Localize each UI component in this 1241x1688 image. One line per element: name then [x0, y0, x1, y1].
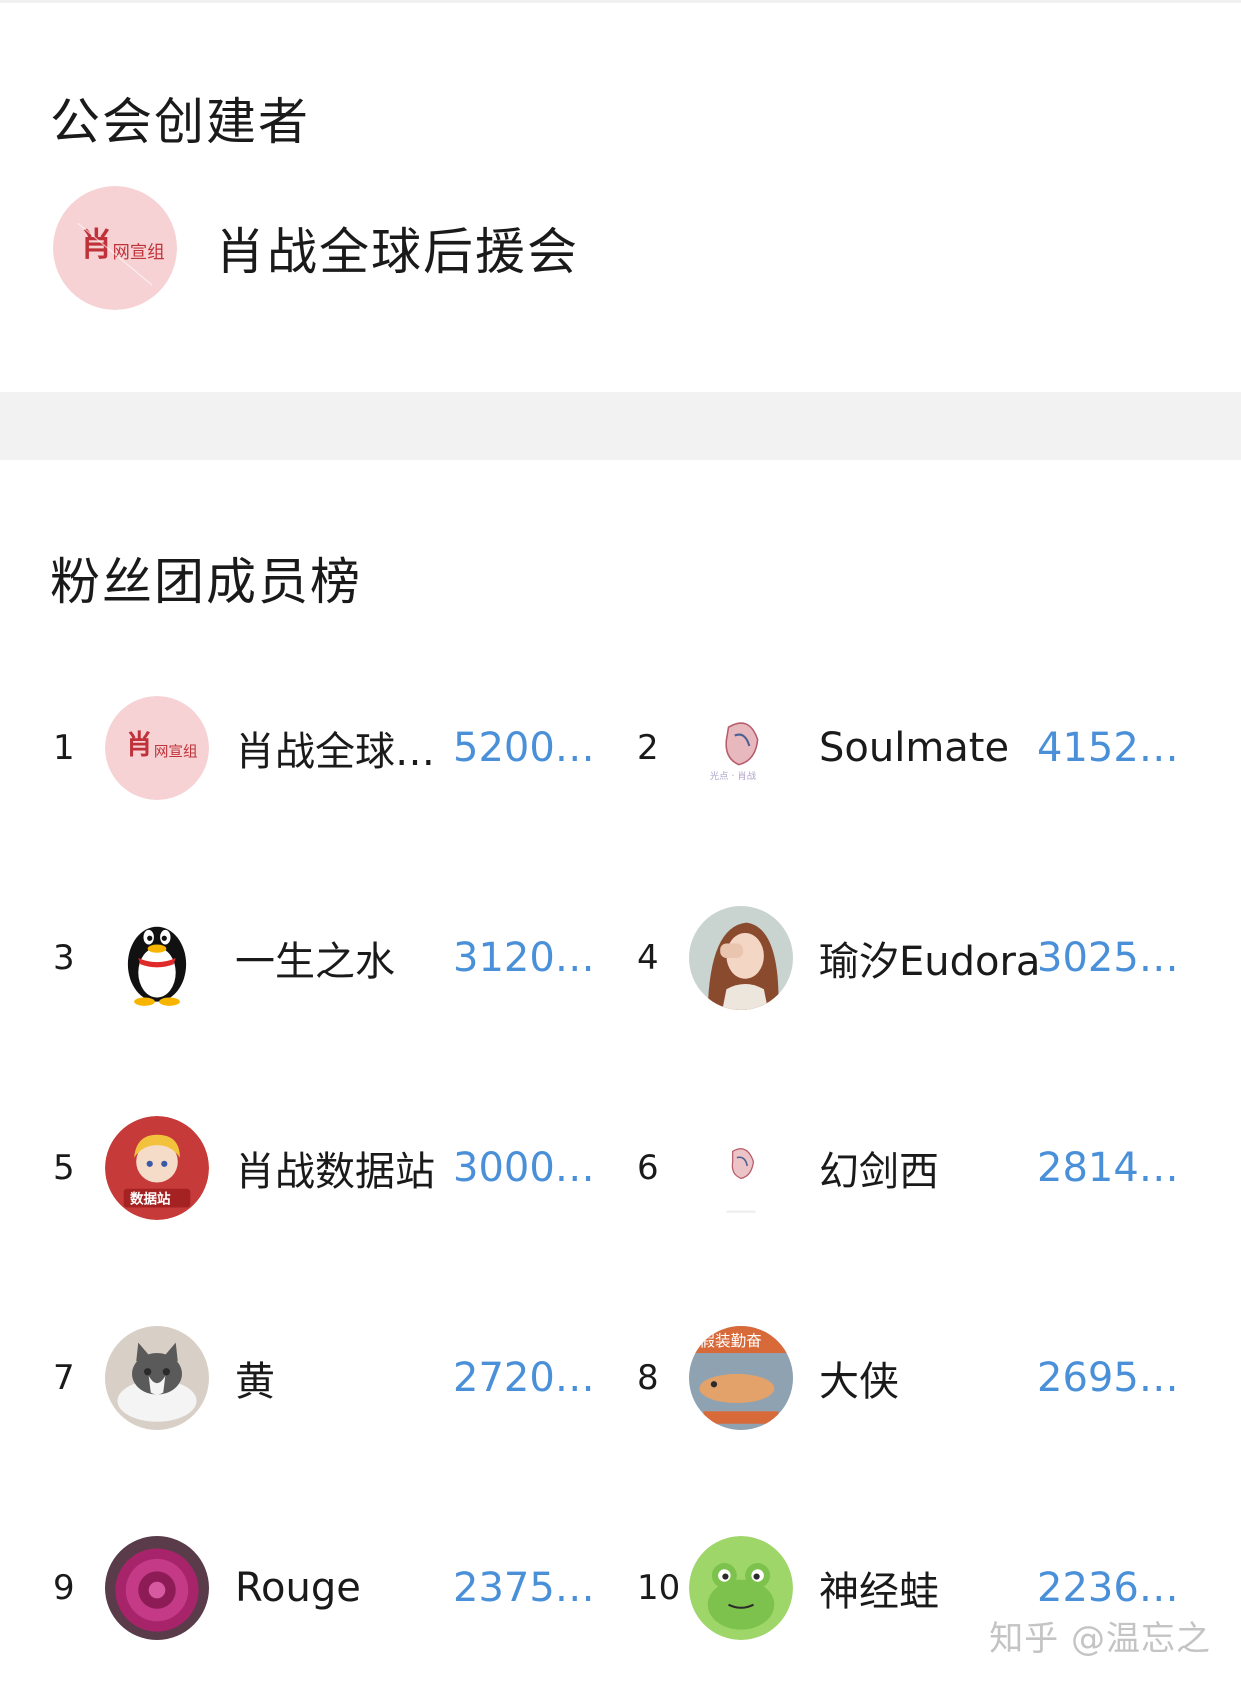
member-score: 2375…	[453, 1565, 593, 1611]
svg-text:肖: 肖	[126, 730, 153, 761]
member-score: 3000…	[453, 1145, 593, 1191]
member-rank: 10	[637, 1568, 681, 1608]
member-score: 2814…	[1037, 1145, 1177, 1191]
member-rank: 9	[53, 1568, 75, 1608]
member-row[interactable]: 8 假装勤奋 大侠 2695…	[637, 1323, 1177, 1433]
member-score: 2720…	[453, 1355, 593, 1401]
member-name: 黄	[235, 1359, 275, 1405]
anime-data-station-icon: 数据站	[105, 1116, 209, 1220]
member-row[interactable]: 1 肖 网宣组 肖战全球… 5200…	[53, 693, 593, 803]
founder-section-title: 公会创建者	[50, 93, 310, 151]
qq-penguin-icon	[105, 906, 209, 1010]
top-divider	[0, 0, 1241, 3]
member-score: 4152…	[1037, 725, 1177, 771]
member-name: 肖战数据站	[235, 1149, 435, 1195]
hamster-photo-icon: 假装勤奋	[689, 1326, 793, 1430]
member-name: 肖战全球…	[235, 729, 435, 775]
member-score: 3120…	[453, 935, 593, 981]
member-rank: 4	[637, 938, 659, 978]
member-name: 瑜汐Eudora	[819, 939, 1037, 985]
member-row[interactable]: 6 幻剑西 2814…	[637, 1113, 1177, 1223]
founder-name: 肖战全球后援会	[215, 222, 579, 281]
fan-club-logo-icon: 肖 网宣组	[53, 185, 177, 310]
svg-text:肖: 肖	[80, 225, 112, 263]
founder-row[interactable]: 肖 网宣组 肖战全球后援会	[53, 185, 579, 310]
member-rank: 2	[637, 728, 659, 768]
photo-portrait-icon	[689, 906, 793, 1010]
member-row[interactable]: 3 一生之水 3120…	[53, 903, 593, 1013]
member-row[interactable]: 9 Rouge 2375…	[53, 1533, 593, 1643]
member-rank: 3	[53, 938, 75, 978]
zhihu-watermark: 知乎 @温忘之	[989, 1619, 1211, 1659]
member-row[interactable]: 2 光点 · 肖战 Soulmate 4152…	[637, 693, 1177, 803]
member-name: 幻剑西	[819, 1149, 939, 1195]
member-name: 一生之水	[235, 939, 395, 985]
member-rank: 1	[53, 728, 75, 768]
svg-text:网宣组: 网宣组	[113, 242, 165, 262]
fan-club-logo-icon: 肖 网宣组	[105, 696, 209, 800]
svg-text:假装勤奋: 假装勤奋	[699, 1332, 762, 1350]
member-name: Rouge	[235, 1565, 361, 1611]
member-row[interactable]: 7 黄 2720…	[53, 1323, 593, 1433]
member-score: 2236…	[1037, 1565, 1177, 1611]
member-row[interactable]: 4 瑜汐Eudora 3025…	[637, 903, 1177, 1013]
member-score: 2695…	[1037, 1355, 1177, 1401]
section-divider	[0, 392, 1241, 460]
member-score: 3025…	[1037, 935, 1177, 981]
ranking-section-title: 粉丝团成员榜	[50, 553, 362, 611]
cat-photo-icon	[105, 1326, 209, 1430]
member-row[interactable]: 5 数据站 肖战数据站 3000…	[53, 1113, 593, 1223]
member-rank: 7	[53, 1358, 75, 1398]
sketch-portrait-icon	[689, 1116, 793, 1220]
member-name: Soulmate	[819, 725, 1010, 771]
member-rank: 6	[637, 1148, 659, 1188]
svg-text:光点 · 肖战: 光点 · 肖战	[710, 770, 757, 782]
member-score: 5200…	[453, 725, 593, 771]
member-rank: 8	[637, 1358, 659, 1398]
svg-text:数据站: 数据站	[130, 1190, 171, 1207]
flower-photo-icon	[105, 1536, 209, 1640]
member-name: 神经蛙	[819, 1569, 939, 1615]
member-name: 大侠	[819, 1359, 899, 1405]
svg-text:网宣组: 网宣组	[154, 743, 198, 760]
member-rank: 5	[53, 1148, 75, 1188]
sketch-portrait-icon: 光点 · 肖战	[689, 696, 793, 800]
frog-cartoon-icon	[689, 1536, 793, 1640]
